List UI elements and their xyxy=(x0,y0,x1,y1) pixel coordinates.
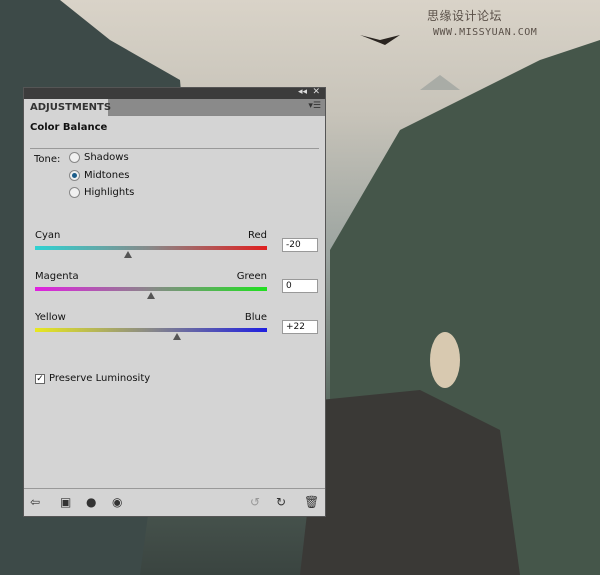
slider-track[interactable] xyxy=(35,328,267,332)
reset-icon[interactable]: ↻ xyxy=(276,495,286,509)
slider-value-input[interactable]: -20 xyxy=(282,238,318,252)
slider-left-label: Cyan xyxy=(35,230,61,241)
tab-adjustments[interactable]: ADJUSTMENTS xyxy=(24,99,111,116)
slider-value-input[interactable]: +22 xyxy=(282,320,318,334)
slider-track[interactable] xyxy=(35,246,267,250)
preserve-luminosity-checkbox[interactable]: ✓ Preserve Luminosity xyxy=(35,373,150,384)
adjustments-panel: ◂◂ ✕ ADJUSTMENTS ▾☰ Color Balance Tone: Sh… xyxy=(23,87,326,517)
panel-menu-icon[interactable]: ▾☰ xyxy=(308,101,321,111)
slider-right-label: Red xyxy=(248,230,267,241)
radio-highlights[interactable]: Highlights xyxy=(69,187,134,198)
slider-thumb[interactable] xyxy=(172,333,181,340)
collapse-icon[interactable]: ◂◂ xyxy=(298,87,307,97)
slider-left-label: Yellow xyxy=(35,312,66,323)
watermark-cn: 思缘设计论坛 xyxy=(427,9,503,23)
mask-icon[interactable]: ● xyxy=(86,495,96,509)
slider-track[interactable] xyxy=(35,287,267,291)
panel-title: Color Balance xyxy=(30,122,108,133)
radio-midtones[interactable]: Midtones xyxy=(69,170,130,181)
close-icon[interactable]: ✕ xyxy=(312,87,320,97)
watermark-url: WWW.MISSYUAN.COM xyxy=(433,27,538,38)
watermark: 思缘设计论坛 WWW.MISSYUAN.COM xyxy=(427,7,600,38)
radio-shadows[interactable]: Shadows xyxy=(69,152,129,163)
tone-label: Tone: xyxy=(34,154,61,165)
slider-thumb[interactable] xyxy=(123,251,132,258)
slider-right-label: Blue xyxy=(244,312,267,323)
slider-thumb[interactable] xyxy=(147,292,155,299)
divider xyxy=(30,148,319,149)
slider-left-label: Magenta xyxy=(35,271,79,282)
trash-icon[interactable]: 🗑 xyxy=(304,495,319,509)
back-arrow-icon[interactable]: ⇦ xyxy=(30,495,40,509)
slider-value-input[interactable]: 0 xyxy=(282,279,318,293)
bottom-toolbar: ⇦ ▣ ● ◉ ↺ ↻ 🗑 xyxy=(24,488,325,516)
visibility-eye-icon[interactable]: ◉ xyxy=(112,495,122,509)
slider-right-label: Green xyxy=(236,271,267,282)
previous-state-icon[interactable]: ↺ xyxy=(250,495,260,509)
clip-layer-icon[interactable]: ▣ xyxy=(60,495,71,509)
